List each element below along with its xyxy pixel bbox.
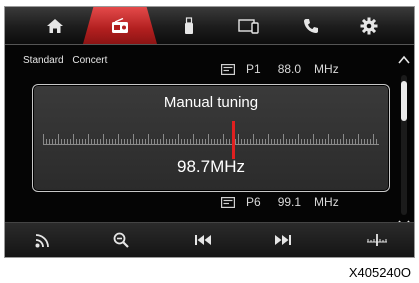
- previous-station-button[interactable]: [183, 223, 223, 257]
- settings-gear-icon: [360, 17, 378, 34]
- bottom-control-bar: [5, 222, 414, 257]
- tuning-marker[interactable]: [232, 121, 235, 159]
- tuning-scale[interactable]: [43, 133, 379, 145]
- radio-screen: Standard Concert P1 88.0 MHz P6 99.1 MHz: [4, 6, 415, 258]
- scroll-thumb[interactable]: [401, 81, 407, 121]
- preset-name: P1: [246, 62, 261, 76]
- tab-usb-media[interactable]: [161, 7, 217, 44]
- home-icon: [47, 18, 63, 33]
- search-button[interactable]: [101, 223, 141, 257]
- preset-unit: MHz: [314, 195, 339, 209]
- next-track-icon: [275, 235, 291, 245]
- manual-tune-icon: [367, 234, 387, 246]
- previous-track-icon: [195, 235, 211, 245]
- preset-row-bottom[interactable]: P6 99.1 MHz: [221, 195, 339, 209]
- mode-standard[interactable]: Standard: [23, 55, 64, 66]
- preset-memory-icon: [221, 63, 235, 75]
- tab-settings[interactable]: [341, 7, 397, 44]
- phone-projection-icon: [238, 18, 259, 34]
- preset-frequency: 99.1: [277, 195, 302, 209]
- manual-tuning-popup: Manual tuning 98.7MHz: [32, 84, 390, 192]
- preset-unit: MHz: [314, 62, 339, 76]
- preset-frequency: 88.0: [277, 62, 302, 76]
- usb-media-icon: [185, 16, 193, 34]
- preset-scrollbar[interactable]: [398, 51, 410, 231]
- popup-title: Manual tuning: [163, 94, 259, 111]
- figure-code: X405240O: [348, 265, 411, 280]
- chevron-up-icon[interactable]: [398, 55, 410, 65]
- preset-row-top[interactable]: P1 88.0 MHz: [221, 62, 339, 76]
- tab-radio[interactable]: [83, 7, 157, 44]
- preset-name: P6: [246, 195, 261, 209]
- tab-home[interactable]: [27, 7, 83, 44]
- mode-concert[interactable]: Concert: [72, 55, 107, 66]
- manual-tune-button[interactable]: [357, 223, 397, 257]
- top-tab-bar: [5, 7, 414, 45]
- phone-icon: [304, 18, 318, 33]
- rds-signal-icon: [35, 234, 49, 248]
- search-zoom-out-icon: [113, 232, 129, 248]
- tab-phone-projection[interactable]: [221, 7, 277, 44]
- next-station-button[interactable]: [263, 223, 303, 257]
- sound-mode-labels: Standard Concert: [23, 55, 113, 66]
- rds-button[interactable]: [23, 223, 63, 257]
- radio-icon: [112, 17, 128, 33]
- current-frequency: 98.7MHz: [176, 157, 246, 176]
- preset-memory-icon: [221, 196, 235, 208]
- tab-phone[interactable]: [283, 7, 339, 44]
